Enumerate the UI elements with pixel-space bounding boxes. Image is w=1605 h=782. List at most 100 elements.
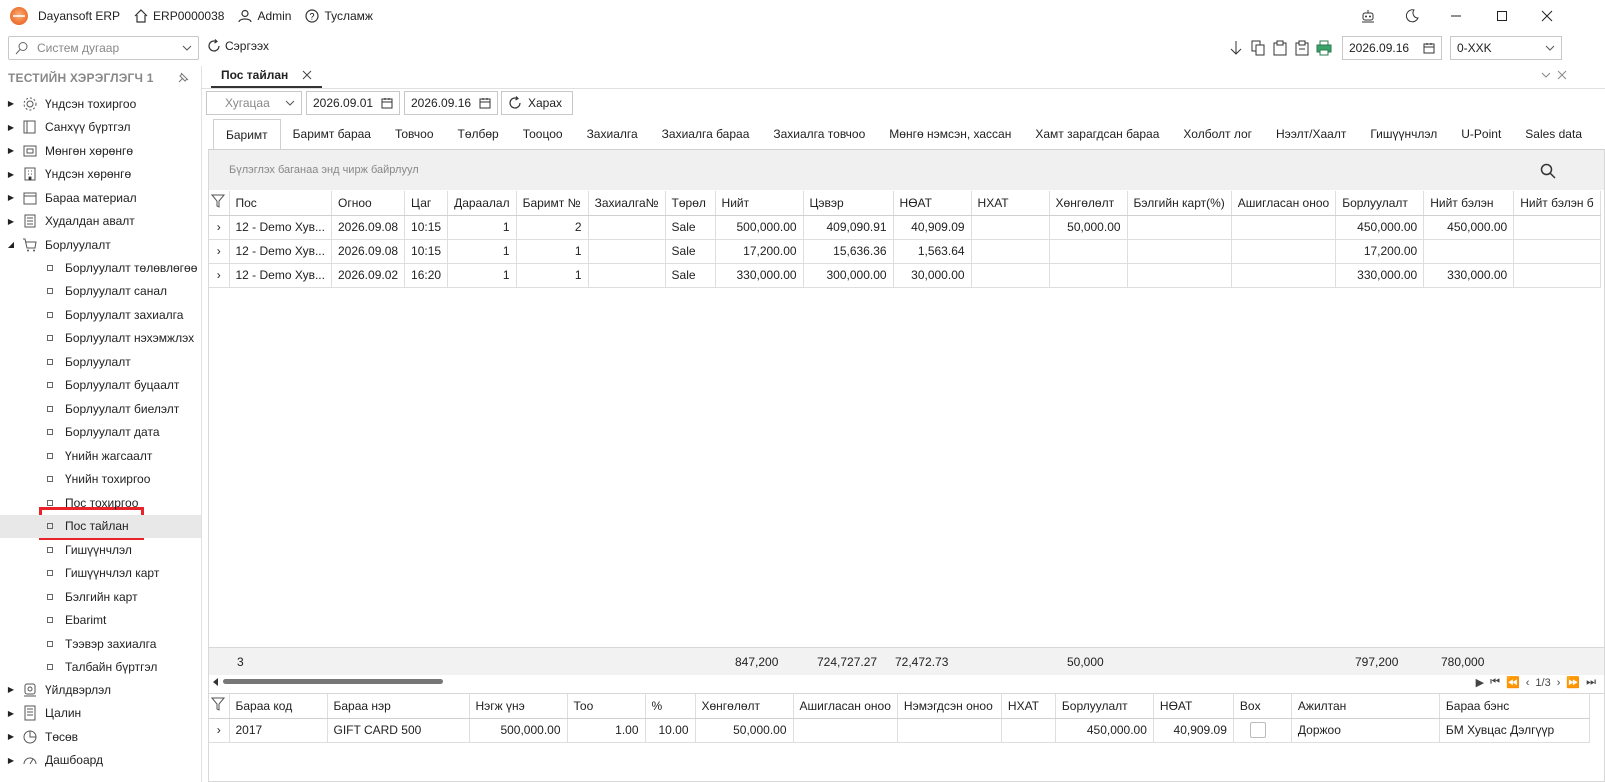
subtab[interactable]: Нээлт/Хаалт (1264, 119, 1358, 149)
search-icon[interactable] (1540, 163, 1556, 179)
subtab[interactable]: Баримт бараа (281, 119, 383, 149)
refresh-button[interactable]: Сэргээх (207, 39, 269, 53)
sidebar-item-top_items1[interactable]: ▶ Санхүү бүртгэл (0, 116, 201, 139)
column-header[interactable]: % (645, 694, 696, 719)
subtab[interactable]: U-Point (1449, 119, 1513, 149)
subtab[interactable]: Захиалга товчоо (761, 119, 877, 149)
subtab[interactable]: Товчоо (383, 119, 446, 149)
expand-right-icon[interactable]: ▶ (5, 123, 17, 132)
sidebar-item-top_items5[interactable]: ▶ Худалдан авалт (0, 210, 201, 233)
close-all-icon[interactable] (1557, 70, 1567, 80)
end-page-icon[interactable]: ⏭ (1586, 676, 1596, 689)
column-header[interactable]: Нэгж үнэ (469, 694, 568, 719)
sidebar-subitem[interactable]: Борлуулалт (0, 350, 201, 373)
sidebar-subitem[interactable]: Пос тохиргоо (0, 491, 201, 514)
prev-icon[interactable]: ‹ (1526, 677, 1530, 689)
sidebar-subitem[interactable]: Талбайн бүртгэл (0, 656, 201, 679)
column-header[interactable]: Тоо (567, 694, 646, 719)
expand-row-icon[interactable]: › (209, 263, 230, 288)
subtab[interactable]: Sales data (1513, 119, 1594, 149)
sidebar-subitem[interactable]: Гишүүнчлэл карт (0, 562, 201, 585)
prev-page-icon[interactable]: ⏪ (1506, 676, 1520, 689)
printer-icon[interactable] (1314, 38, 1334, 58)
column-header[interactable]: Захиалга№ (588, 191, 666, 216)
sidebar-item-bottom_items0[interactable]: ▶ Үйлдвэрлэл (0, 678, 201, 701)
copy-icon[interactable] (1248, 38, 1268, 58)
last-page-icon[interactable]: ▶ (1476, 676, 1484, 689)
sidebar-subitem[interactable]: Үнийн тохиргоо (0, 468, 201, 491)
table-row[interactable]: › 2017 GIFT CARD 500 500,000.00 1.00 10.00 50,… (209, 718, 1590, 743)
sidebar-subitem[interactable]: Гишүүнчлэл (0, 538, 201, 561)
column-header[interactable]: Ажилтан (1291, 694, 1440, 719)
group-by-bar[interactable]: Бүлэглэх баганаа энд чирж байрлуул (209, 150, 1604, 190)
sidebar-subitem[interactable]: Борлуулалт дата (0, 421, 201, 444)
sidebar-subitem[interactable]: Бэлгийн карт (0, 585, 201, 608)
column-header[interactable]: Цэвэр (803, 191, 894, 216)
column-header[interactable]: Нийт (715, 191, 804, 216)
sidebar-subitem[interactable]: Борлуулалт санал (0, 280, 201, 303)
column-header[interactable]: Нийт бэлэн (1423, 191, 1515, 216)
period-select[interactable]: Хугацаа (206, 91, 302, 115)
column-header[interactable]: Дараалал (447, 191, 517, 216)
column-header[interactable]: НХАТ (971, 191, 1050, 216)
column-header[interactable]: Хөнгөлөлт (695, 694, 794, 719)
expand-right-icon[interactable]: ▶ (5, 709, 17, 718)
expand-right-icon[interactable]: ▶ (5, 99, 17, 108)
expand-right-icon[interactable]: ▶ (5, 193, 17, 202)
date-to-picker[interactable]: 2026.09.16 (404, 91, 498, 115)
download-icon[interactable] (1226, 38, 1246, 58)
clipboard-icon[interactable] (1292, 38, 1312, 58)
paste-icon[interactable] (1270, 38, 1290, 58)
sidebar-subitem[interactable]: Тээвэр захиалга (0, 632, 201, 655)
table-row[interactable]: › 12 - Demo Хув... 2026.09.08 10:15 1 1 Sale 17… (209, 239, 1601, 264)
sidebar-item-top_items6[interactable]: ◢ Борлуулалт (0, 233, 201, 256)
minimize-icon[interactable] (1434, 0, 1478, 32)
close-tab-icon[interactable] (302, 70, 312, 80)
chevron-down-icon[interactable] (1541, 71, 1551, 79)
column-header[interactable]: НХАТ (1001, 694, 1056, 719)
pin-icon[interactable] (177, 72, 189, 84)
expand-row-icon[interactable]: › (209, 718, 230, 743)
column-header[interactable]: Борлуулалт (1335, 191, 1425, 216)
sidebar-item-top_items3[interactable]: ▶ Үндсэн хөрөнгө (0, 163, 201, 186)
expand-right-icon[interactable]: ▶ (5, 170, 17, 179)
expand-down-icon[interactable]: ◢ (5, 240, 17, 249)
subtab[interactable]: Захиалга бараа (650, 119, 762, 149)
column-header[interactable]: Баримт № (516, 191, 589, 216)
column-header[interactable]: Ашигласан оноо (793, 694, 898, 719)
sidebar-item-bottom_items3[interactable]: ▶ Дашбоард (0, 749, 201, 772)
sidebar-subitem[interactable]: Борлуулалт биелэлт (0, 397, 201, 420)
sidebar-subitem[interactable]: Борлуулалт нэхэмжлэх (0, 327, 201, 350)
sidebar-subitem[interactable]: Пос тайлан (0, 514, 201, 538)
subtab[interactable]: Тооцоо (511, 119, 575, 149)
expand-right-icon[interactable]: ▶ (5, 685, 17, 694)
sidebar-subitem[interactable]: Ebarimt (0, 609, 201, 632)
subtab[interactable]: Төлбөр (446, 119, 511, 149)
horizontal-scrollbar[interactable] (209, 676, 1429, 688)
expand-row-icon[interactable]: › (209, 215, 230, 240)
close-window-icon[interactable] (1525, 0, 1569, 32)
first-page-icon[interactable]: ⏮ (1490, 676, 1500, 689)
column-header[interactable]: Хөнгөлөлт (1049, 191, 1128, 216)
subtab[interactable]: Баримт (213, 119, 281, 149)
help-button[interactable]: ? Тусламж (305, 9, 373, 23)
subtab[interactable]: Гишүүнчлэл (1358, 119, 1449, 149)
subtab[interactable]: Мөнгө нэмсэн, хассан (877, 119, 1023, 149)
expand-right-icon[interactable]: ▶ (5, 217, 17, 226)
column-header[interactable]: Нийт бэлэн б (1513, 191, 1601, 216)
sidebar-subitem[interactable]: Борлуулалт буцаалт (0, 374, 201, 397)
expand-right-icon[interactable]: ▶ (5, 146, 17, 155)
sidebar-subitem[interactable]: Борлуулалт төлөвлөгөө (0, 256, 201, 279)
date-from-picker[interactable]: 2026.09.01 (306, 91, 400, 115)
maximize-icon[interactable] (1480, 0, 1524, 32)
sidebar-subitem[interactable]: Үнийн жагсаалт (0, 444, 201, 467)
sidebar-item-top_items2[interactable]: ▶ Мөнгөн хөрөнгө (0, 139, 201, 162)
column-header[interactable]: Box (1233, 694, 1292, 719)
column-header[interactable]: Төрөл (665, 191, 716, 216)
next-icon[interactable]: › (1557, 677, 1561, 689)
subtab[interactable]: Холболт лог (1171, 119, 1264, 149)
column-header[interactable]: Бараа нэр (327, 694, 470, 719)
column-header[interactable]: Бараа код (229, 694, 328, 719)
robot-icon[interactable] (1346, 0, 1390, 32)
user-button[interactable]: Admin (238, 9, 291, 23)
